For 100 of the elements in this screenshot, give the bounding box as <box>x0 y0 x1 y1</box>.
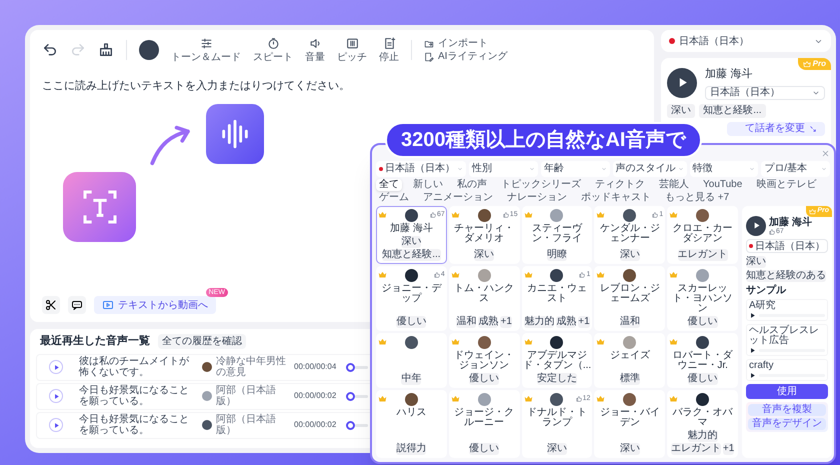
category-tab[interactable]: 私の声 <box>454 179 490 191</box>
voice-card[interactable]: アブデルマジド・タブン（... 安定した <box>522 333 592 388</box>
dropdown-value: プロ/基本 <box>764 163 808 175</box>
category-tab[interactable]: 映画とテレビ <box>753 179 820 191</box>
category-tab[interactable]: 芸能人 <box>656 179 692 191</box>
action-button[interactable]: 音声を複製 <box>748 404 826 416</box>
play-button[interactable] <box>749 347 756 354</box>
voice-name: 阿部（日本語版） <box>216 385 277 407</box>
filter-dropdown[interactable]: 特徴 <box>690 161 758 177</box>
change-voice-button[interactable]: て話者を変更 <box>727 122 825 136</box>
crown-icon <box>669 210 678 219</box>
chevron-icon <box>528 166 535 172</box>
tag: 中年 <box>401 373 422 385</box>
voice-card[interactable]: ハリス 説得力 <box>376 390 447 458</box>
toolbar-button[interactable]: 音量 <box>305 37 325 63</box>
dropdown-value: 性別 <box>472 163 493 175</box>
toolbar-button[interactable]: トーン＆ムード <box>171 37 241 63</box>
category-tab[interactable]: ゲーム <box>376 192 412 204</box>
dropdown-value: 日本語（日本） <box>710 86 782 98</box>
history-link[interactable]: 全ての履歴を確認 <box>158 334 246 349</box>
category-tab[interactable]: 新しい <box>410 179 446 191</box>
avatar <box>478 269 491 282</box>
voice-card[interactable]: スティーヴン・フライ 明瞭 <box>522 206 592 264</box>
voice-name: ドナルド・トランプ <box>526 408 588 428</box>
tag: 優しい <box>469 373 500 385</box>
category-tab[interactable]: YouTube <box>700 179 746 191</box>
toolbar-button[interactable]: ピッチ <box>337 37 367 63</box>
history-text: 今日も好景気になることを願っている。 <box>79 414 190 436</box>
toolbar-button[interactable]: AIライティング <box>424 51 508 62</box>
category-tab[interactable]: アニメーション <box>420 192 496 204</box>
play-icon <box>749 372 756 379</box>
play-button[interactable] <box>749 312 756 319</box>
crown-icon <box>809 208 816 215</box>
category-tab[interactable]: ポッドキャスト <box>578 192 654 204</box>
category-tab[interactable]: ティクトク <box>592 179 648 191</box>
category-tab[interactable]: 全て <box>376 179 402 191</box>
thumbs-up-icon <box>576 396 582 402</box>
filter-dropdown[interactable]: プロ/基本 <box>761 161 830 177</box>
category-tab[interactable]: トピックシリーズ <box>498 179 584 191</box>
voice-card[interactable]: バラク・オバマ 魅力的 エレガント +1 <box>667 390 738 458</box>
avatar <box>746 216 766 236</box>
category-tab[interactable]: ナレーション <box>504 192 570 204</box>
scissors-icon <box>45 299 57 311</box>
use-button[interactable]: 使用 <box>746 384 828 399</box>
voice-card[interactable]: ロバート・ダウニー・Jr. 優しい <box>667 333 738 388</box>
text-to-video-button[interactable]: テキストから動画へ <box>94 296 216 314</box>
tag: 優しい <box>469 443 500 455</box>
avatar <box>202 362 212 372</box>
category-tab[interactable]: もっと見る +7 <box>662 192 732 204</box>
voice-name: ジェイズ <box>610 351 650 361</box>
crown-icon <box>596 210 606 219</box>
filter-dropdown[interactable]: 年齢 <box>540 161 610 177</box>
waveform-logo-icon <box>206 104 264 164</box>
avatar <box>404 269 418 282</box>
time-text: 00:00/00:04 <box>294 361 338 373</box>
voice-card[interactable]: ジョージ・クルーニー 優しい <box>448 390 520 458</box>
voice-name: レブロン・ジェームズ <box>598 284 661 304</box>
voice-card[interactable]: クロエ・カーダシアン エレガント <box>667 206 738 264</box>
language-dropdown[interactable]: 日本語（日本） <box>661 30 831 52</box>
voice-card[interactable]: ジョー・バイデン 深い <box>594 390 666 458</box>
voice-card[interactable]: スカーレット・ヨハンソン 優しい <box>667 266 738 331</box>
play-icon <box>749 312 756 319</box>
toolbar-button[interactable]: インポート <box>424 38 508 49</box>
toolbar-button[interactable]: スピート <box>253 37 293 63</box>
voice-card[interactable]: ドウェイン・ジョンソン 優しい <box>448 333 520 388</box>
tag: 深い <box>746 256 766 268</box>
tag: 明瞭 <box>546 249 567 261</box>
tag: 深い <box>401 236 422 248</box>
voice-card[interactable]: トム・ハンクス 温和 成熟 +1 <box>448 266 520 331</box>
avatar <box>202 391 212 401</box>
subtitle-button[interactable] <box>68 296 86 314</box>
language-dropdown[interactable]: 日本語（日本） <box>705 86 825 100</box>
filter-dropdown[interactable]: 声のスタイル <box>612 161 686 177</box>
voice-card[interactable]: レブロン・ジェームズ 温和 <box>594 266 666 331</box>
voice-name: ジョニー・デップ <box>380 284 443 304</box>
note-icon <box>382 37 396 50</box>
crown-icon <box>450 270 460 279</box>
avatar <box>623 336 636 349</box>
tag: 深い <box>474 249 494 261</box>
dropdown-value: 年齢 <box>544 163 565 175</box>
filter-dropdown[interactable]: 性別 <box>469 161 538 177</box>
voice-card[interactable]: ジェイズ 標準 <box>594 333 666 388</box>
slider-thumb[interactable] <box>346 392 355 400</box>
timer-icon <box>266 37 280 50</box>
text-input[interactable]: ここに読み上げたいテキストを入力またはりつけてください。 <box>42 78 642 98</box>
tag: 温和 <box>620 316 640 328</box>
tag: 深い <box>620 249 640 261</box>
scissors-button[interactable] <box>42 296 60 314</box>
filter-dropdown[interactable]: 日本語（日本） <box>376 161 466 177</box>
play-button[interactable] <box>749 372 756 379</box>
slider-thumb[interactable] <box>346 362 355 372</box>
voice-card[interactable]: 中年 <box>376 333 447 388</box>
avatar <box>139 40 159 60</box>
action-button[interactable]: 音声をデザイン <box>748 418 826 430</box>
toolbar-button[interactable]: 停止 <box>379 37 399 63</box>
tag: 知恵と経験のある <box>746 270 826 282</box>
history-text: 今日も好景気になることを願っている。 <box>79 385 190 407</box>
thumbs-up-icon <box>434 272 440 278</box>
slider-thumb[interactable] <box>346 420 355 430</box>
language-dropdown[interactable]: 日本語（日本） <box>746 239 828 253</box>
